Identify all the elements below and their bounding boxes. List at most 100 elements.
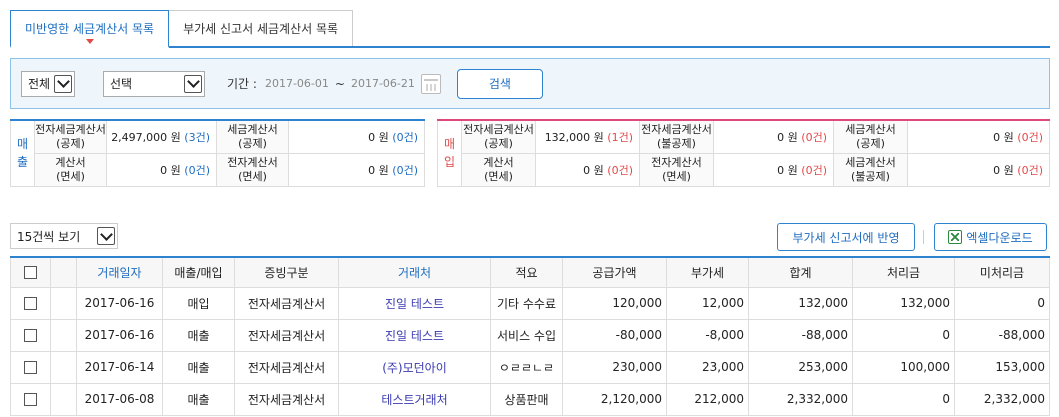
date-cell: 2017-06-16 [76, 286, 163, 320]
tab-bar: 미반영한 세금계산서 목록 부가세 신고서 세금계산서 목록 [10, 10, 1050, 48]
date-separator: ~ [334, 76, 345, 91]
processed-cell: 0 [852, 318, 955, 352]
doc-type-cell: 전자세금계산서 [234, 382, 339, 416]
summary-value: 0 원 (0건) [713, 152, 834, 187]
type-cell: 매출 [162, 318, 235, 352]
summary-label: 전자계산서 (면세) [216, 152, 289, 187]
blank-cell [50, 350, 77, 384]
type-cell: 매출 [162, 350, 235, 384]
summary-value: 0 원 (0건) [907, 119, 1050, 154]
type-cell: 매출 [162, 382, 235, 416]
partner-link[interactable]: 테스트거래처 [338, 382, 491, 416]
summary-label: 계산서 (면세) [461, 152, 536, 187]
supply-cell: 120,000 [562, 286, 667, 320]
summary-value: 2,497,000 원 (3건) [106, 119, 217, 154]
start-date-field[interactable]: 2017-06-01 [265, 77, 329, 90]
row-checkbox-cell [10, 350, 51, 384]
vat-cell: 212,000 [666, 382, 749, 416]
tab-unreflected-invoices[interactable]: 미반영한 세금계산서 목록 [10, 10, 170, 48]
unprocessed-cell: -88,000 [954, 318, 1050, 352]
total-cell: -88,000 [748, 318, 853, 352]
header-processed: 처리금 [852, 256, 955, 288]
table-row[interactable]: 2017-06-08 매출 전자세금계산서 테스트거래처 상품판매 2,120,… [10, 382, 1050, 416]
partner-link[interactable]: 진일 테스트 [338, 318, 491, 352]
summary-value: 0 원 (0건) [288, 152, 425, 187]
header-date[interactable]: 거래일자 [76, 256, 163, 288]
invoice-table: 거래일자 매출/매입 증빙구분 거래처 적요 공급가액 부가세 합계 처리금 미… [10, 256, 1050, 416]
calendar-icon[interactable] [420, 73, 441, 94]
active-caret-icon [85, 39, 94, 44]
memo-cell: 기타 수수료 [490, 286, 563, 320]
filter-bar: 전체 선택 기간 : 2017-06-01 ~ 2017-06-21 검색 [10, 58, 1050, 109]
blank-header [50, 256, 77, 288]
toolbar-divider [923, 230, 924, 244]
scope-select-value: 전체 [28, 77, 51, 91]
sales-summary: 매 출 전자세금계산서 (공제) 2,497,000 원 (3건) 세금계산서 (공… [10, 119, 425, 187]
header-memo: 적요 [490, 256, 563, 288]
excel-icon [948, 230, 963, 244]
row-checkbox[interactable] [24, 361, 37, 374]
tab-label: 미반영한 세금계산서 목록 [25, 22, 155, 36]
unprocessed-cell: 153,000 [954, 350, 1050, 384]
type-cell: 매입 [162, 286, 235, 320]
reflect-to-vat-report-button[interactable]: 부가세 신고서에 반영 [777, 223, 915, 251]
table-row[interactable]: 2017-06-16 매출 전자세금계산서 진일 테스트 서비스 수입 -80,… [10, 318, 1050, 352]
scope-select[interactable]: 전체 [21, 70, 75, 97]
date-cell: 2017-06-08 [76, 382, 163, 416]
blank-cell [50, 318, 77, 352]
summary-label: 계산서 (면세) [34, 152, 107, 187]
row-checkbox[interactable] [24, 329, 37, 342]
vat-cell: -8,000 [666, 318, 749, 352]
summary-label: 전자세금계산서 (불공제) [639, 119, 714, 154]
summary-value: 0 원 (0건) [535, 152, 640, 187]
total-cell: 132,000 [748, 286, 853, 320]
summary-value: 0 원 (0건) [907, 152, 1050, 187]
partner-link[interactable]: 진일 테스트 [338, 286, 491, 320]
table-row[interactable]: 2017-06-16 매입 전자세금계산서 진일 테스트 기타 수수료 120,… [10, 286, 1050, 320]
row-checkbox[interactable] [24, 393, 37, 406]
unprocessed-cell: 0 [954, 286, 1050, 320]
search-button[interactable]: 검색 [456, 68, 543, 99]
memo-cell: 상품판매 [490, 382, 563, 416]
processed-cell: 0 [852, 382, 955, 416]
header-vat: 부가세 [666, 256, 749, 288]
period-label: 기간 : [227, 77, 257, 91]
chevron-down-icon [54, 74, 72, 93]
doc-type-cell: 전자세금계산서 [234, 350, 339, 384]
supply-cell: 2,120,000 [562, 382, 667, 416]
processed-cell: 100,000 [852, 350, 955, 384]
chevron-down-icon [97, 227, 115, 245]
total-cell: 2,332,000 [748, 382, 853, 416]
memo-cell: ㅇㄹㄹㄴㄹ [490, 350, 563, 384]
processed-cell: 132,000 [852, 286, 955, 320]
header-partner[interactable]: 거래처 [338, 256, 491, 288]
type-select[interactable]: 선택 [103, 70, 205, 97]
supply-cell: -80,000 [562, 318, 667, 352]
summary-label: 전자세금계산서 (공제) [34, 119, 107, 154]
memo-cell: 서비스 수입 [490, 318, 563, 352]
summary-label: 세금계산서 (불공제) [833, 152, 908, 187]
header-doc-type: 증빙구분 [234, 256, 339, 288]
unprocessed-cell: 2,332,000 [954, 382, 1050, 416]
select-all-checkbox[interactable] [24, 266, 37, 280]
partner-link[interactable]: (주)모던아이 [338, 350, 491, 384]
table-row[interactable]: 2017-06-14 매출 전자세금계산서 (주)모던아이 ㅇㄹㄹㄴㄹ 230,… [10, 350, 1050, 384]
date-cell: 2017-06-16 [76, 318, 163, 352]
tab-vat-report-invoices[interactable]: 부가세 신고서 세금계산서 목록 [169, 10, 354, 46]
header-unprocessed: 미처리금 [954, 256, 1050, 288]
excel-download-label: 엑셀다운로드 [966, 230, 1033, 245]
row-checkbox-cell [10, 382, 51, 416]
page-size-select[interactable]: 15건씩 보기 [10, 223, 118, 249]
page-size-value: 15건씩 보기 [17, 229, 81, 244]
doc-type-cell: 전자세금계산서 [234, 286, 339, 320]
total-cell: 253,000 [748, 350, 853, 384]
row-checkbox-cell [10, 286, 51, 320]
header-type: 매출/매입 [162, 256, 235, 288]
end-date-field[interactable]: 2017-06-21 [351, 77, 415, 90]
select-all-header [10, 256, 51, 288]
type-select-value: 선택 [110, 77, 133, 91]
summary-value: 132,000 원 (1건) [535, 119, 640, 154]
excel-download-button[interactable]: 엑셀다운로드 [934, 223, 1047, 251]
row-checkbox[interactable] [24, 297, 37, 310]
summary-label: 전자계산서 (면세) [639, 152, 714, 187]
